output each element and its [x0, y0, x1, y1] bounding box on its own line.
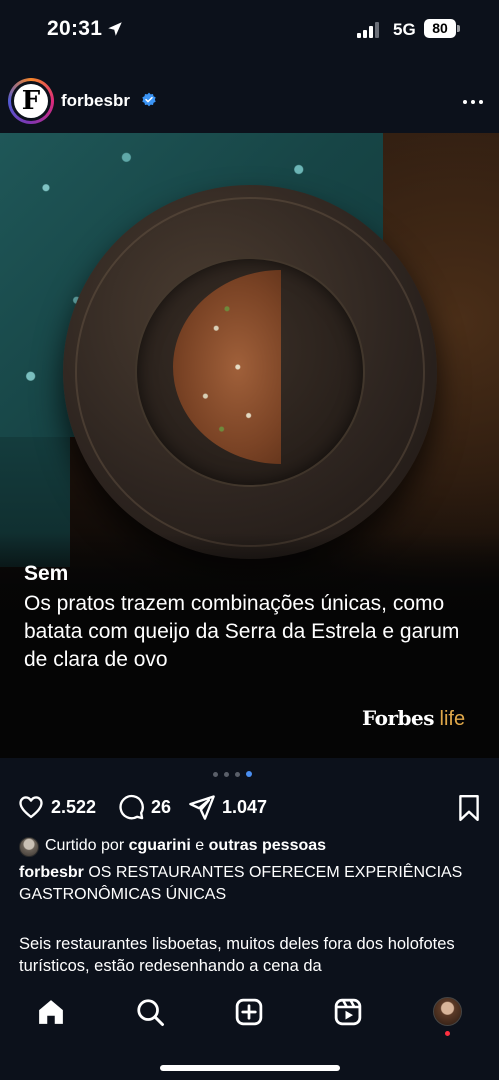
status-time: 20:31	[47, 17, 103, 40]
comment-icon[interactable]	[117, 793, 145, 821]
carousel-dot-active	[246, 771, 252, 777]
liked-others: outras pessoas	[208, 837, 327, 854]
like-action[interactable]: 2.522	[17, 793, 96, 821]
liked-by[interactable]: Curtido por cguarini e outras pessoas	[19, 836, 489, 860]
home-icon[interactable]	[36, 997, 66, 1027]
share-count: 1.047	[222, 796, 268, 817]
carousel-indicator	[213, 771, 273, 779]
search-icon[interactable]	[135, 997, 165, 1027]
liker-avatar	[19, 837, 39, 857]
comment-count: 26	[151, 796, 172, 817]
carousel-dot	[213, 772, 218, 777]
share-icon[interactable]	[188, 793, 216, 821]
verified-badge-icon	[142, 92, 156, 107]
media-caption-text: Os pratos trazem combinações únicas, com…	[24, 592, 460, 671]
post-header: F forbesbr	[0, 78, 499, 128]
home-indicator[interactable]	[160, 1065, 340, 1071]
liked-by-text: Curtido por cguarini e outras pessoas	[45, 837, 327, 854]
story-avatar[interactable]: F	[8, 78, 54, 124]
status-bar: 20:31 5G 80	[0, 0, 499, 56]
media-caption-title: Sem	[24, 562, 69, 585]
comment-action[interactable]: 26	[117, 793, 171, 821]
caption-username[interactable]: forbesbr	[19, 864, 84, 881]
post-actions: 2.522 26 1.047	[0, 791, 499, 823]
post-caption: forbesbr OS RESTAURANTES OFERECEM EXPERI…	[19, 862, 479, 906]
post-username[interactable]: forbesbr	[61, 91, 130, 111]
post-description[interactable]: Seis restaurantes lisboetas, muitos dele…	[19, 933, 484, 977]
post-media[interactable]: Sem Os pratos trazem combinações únicas,…	[0, 133, 499, 758]
network-type: 5G	[393, 20, 416, 39]
caption-text: OS RESTAURANTES OFERECEM EXPERIÊNCIAS GA…	[19, 864, 463, 903]
create-icon[interactable]	[234, 997, 264, 1027]
reels-icon[interactable]	[333, 997, 363, 1027]
plate-image	[63, 185, 437, 559]
battery-icon: 80	[424, 19, 460, 38]
heart-icon[interactable]	[17, 793, 45, 821]
profile-avatar[interactable]	[433, 997, 462, 1026]
more-options-icon[interactable]	[461, 90, 485, 114]
share-action[interactable]: 1.047	[188, 793, 267, 821]
carousel-dot	[235, 772, 240, 777]
signal-icon	[357, 22, 379, 38]
forbes-life-logo: Forbes life	[362, 706, 466, 730]
battery-level: 80	[424, 19, 456, 38]
location-arrow-icon	[108, 22, 122, 36]
liker-username: cguarini	[128, 837, 191, 854]
like-count: 2.522	[51, 796, 97, 817]
notification-dot	[445, 1031, 450, 1036]
bookmark-icon[interactable]	[456, 794, 482, 822]
carousel-dot	[224, 772, 229, 777]
forbes-logo-avatar: F	[14, 84, 48, 118]
